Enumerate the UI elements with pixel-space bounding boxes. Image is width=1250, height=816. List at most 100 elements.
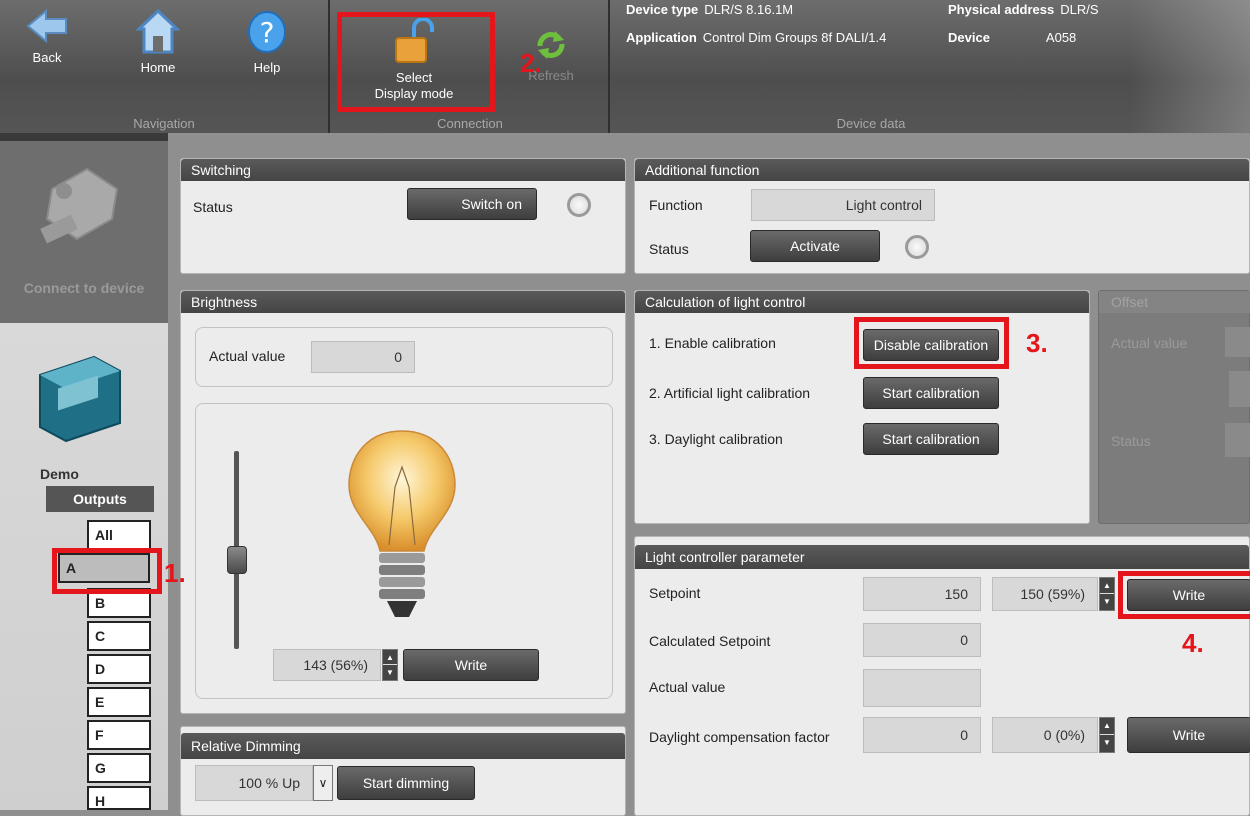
- spin-down-icon[interactable]: ▼: [383, 665, 397, 680]
- daylight-compensation-label: Daylight compensation factor: [649, 729, 830, 745]
- setpoint-input[interactable]: 150 (59%): [992, 577, 1098, 611]
- daylight-compensation-input[interactable]: 0 (0%): [992, 717, 1098, 753]
- artificial-light-calibration-label: 2. Artificial light calibration: [649, 385, 811, 401]
- lc-actual-value-label: Actual value: [649, 679, 726, 695]
- brightness-actual-label: Actual value: [209, 348, 286, 364]
- daylight-spinner[interactable]: ▲ ▼: [1099, 717, 1115, 753]
- brightness-actual-value: 0: [311, 341, 415, 373]
- step-number-4: 4.: [1182, 628, 1204, 658]
- outputs-header: Outputs: [46, 486, 154, 512]
- setpoint-spin-down-icon[interactable]: ▼: [1100, 594, 1114, 610]
- help-icon: ?: [248, 11, 286, 53]
- light-bulb-icon: [348, 430, 456, 617]
- daylight-compensation-value: 0: [863, 717, 981, 753]
- output-h[interactable]: H: [87, 786, 151, 810]
- additional-function-panel: Additional function Function Light contr…: [634, 158, 1250, 274]
- switching-status-led: [567, 193, 591, 217]
- offset-panel: Offset Actual value Status: [1098, 290, 1250, 524]
- relative-dimming-panel: Relative Dimming 100 % Up ∨ Start dimmin…: [180, 726, 626, 816]
- setpoint-spin-up-icon[interactable]: ▲: [1100, 578, 1114, 594]
- start-artificial-calibration-button[interactable]: Start calibration: [863, 377, 999, 409]
- daylight-calibration-label: 3. Daylight calibration: [649, 431, 783, 447]
- back-label: Back: [32, 50, 62, 65]
- start-daylight-calibration-button[interactable]: Start calibration: [863, 423, 999, 455]
- activate-button[interactable]: Activate: [750, 230, 880, 262]
- additional-status-led: [905, 235, 929, 259]
- offset-actual-label: Actual value: [1111, 335, 1188, 351]
- step-number-1: 1.: [164, 558, 186, 588]
- offset-title: Offset: [1099, 291, 1250, 313]
- back-arrow-icon: [26, 8, 67, 44]
- highlight-box-1: [52, 548, 162, 594]
- home-label: Home: [140, 60, 176, 75]
- light-controller-title: Light controller parameter: [635, 545, 1249, 569]
- offset-status-field: [1225, 423, 1250, 457]
- navigation-group-label: Navigation: [133, 116, 195, 131]
- home-icon: [136, 8, 180, 54]
- toolbar-fade: [1130, 0, 1250, 133]
- step-number-2: 2.: [520, 48, 542, 78]
- additional-function-title: Additional function: [635, 159, 1249, 181]
- output-d[interactable]: D: [87, 654, 151, 684]
- brightness-title: Brightness: [181, 291, 625, 313]
- lc-actual-value: [863, 669, 981, 707]
- device-type-label: Device type: [626, 2, 699, 17]
- output-e[interactable]: E: [87, 687, 151, 717]
- switching-panel: Switching Status Switch on: [180, 158, 626, 274]
- output-c[interactable]: C: [87, 621, 151, 651]
- help-label: Help: [253, 60, 281, 75]
- switch-on-button[interactable]: Switch on: [407, 188, 537, 220]
- relative-dimming-title: Relative Dimming: [181, 733, 625, 759]
- back-button[interactable]: Back: [22, 8, 72, 66]
- application-label: Application: [626, 30, 697, 45]
- home-button[interactable]: Home: [130, 8, 186, 76]
- setpoint-value: 150: [863, 577, 981, 611]
- device-data-group: Device data: [612, 0, 1130, 133]
- device-type-row: Device type DLR/S 8.16.1M: [626, 2, 793, 17]
- offset-actual-field: [1225, 327, 1250, 357]
- daylight-spin-down-icon[interactable]: ▼: [1100, 735, 1114, 752]
- highlight-box-3: [854, 317, 1009, 369]
- brightness-slider-thumb[interactable]: [227, 546, 247, 575]
- device-label: Device: [948, 30, 990, 45]
- additional-status-label: Status: [649, 241, 689, 257]
- output-all[interactable]: All: [87, 520, 151, 550]
- physical-address-row: Physical address DLR/S: [948, 2, 1099, 17]
- brightness-panel: Brightness Actual value 0 143 (56%) ▲ ▼ …: [180, 290, 626, 714]
- highlight-box-2: [337, 12, 495, 112]
- calibration-title: Calculation of light control: [635, 291, 1089, 313]
- device-value: A058: [1045, 30, 1077, 45]
- output-f[interactable]: F: [87, 720, 151, 750]
- device-row: Device A058: [948, 30, 1076, 45]
- switching-status-label: Status: [193, 199, 233, 215]
- brightness-spinner[interactable]: ▲ ▼: [382, 649, 398, 681]
- connect-to-device-label: Connect to device: [23, 280, 145, 296]
- calculated-setpoint-label: Calculated Setpoint: [649, 633, 771, 649]
- setpoint-spinner[interactable]: ▲ ▼: [1099, 577, 1115, 611]
- spin-up-icon[interactable]: ▲: [383, 650, 397, 665]
- calculated-setpoint-value: 0: [863, 623, 981, 657]
- offset-button-disabled: [1229, 371, 1250, 407]
- enable-calibration-label: 1. Enable calibration: [649, 335, 776, 351]
- output-g[interactable]: G: [87, 753, 151, 783]
- svg-text:?: ?: [260, 16, 275, 49]
- device-data-group-label: Device data: [836, 116, 906, 131]
- highlight-box-4: [1118, 571, 1250, 619]
- usb-interface-icon: [40, 167, 119, 244]
- device-type-value: DLR/S 8.16.1M: [704, 2, 794, 17]
- help-button[interactable]: ? Help: [240, 8, 294, 76]
- daylight-spin-up-icon[interactable]: ▲: [1100, 718, 1114, 735]
- brightness-write-button[interactable]: Write: [403, 649, 539, 681]
- step-number-3: 3.: [1026, 328, 1048, 358]
- brightness-write-input[interactable]: 143 (56%): [273, 649, 381, 681]
- dali-device-icon: [39, 355, 121, 443]
- application-row: Application Control Dim Groups 8f DALI/1.…: [626, 30, 886, 45]
- dropdown-chevron-icon[interactable]: ∨: [313, 765, 333, 801]
- demo-label: Demo: [40, 466, 79, 482]
- dimming-direction-select[interactable]: 100 % Up: [195, 765, 313, 801]
- start-dimming-button[interactable]: Start dimming: [337, 766, 475, 800]
- daylight-write-button[interactable]: Write: [1127, 717, 1250, 753]
- application-value: Control Dim Groups 8f DALI/1.4: [702, 30, 887, 45]
- offset-status-label: Status: [1111, 433, 1151, 449]
- physical-address-value: DLR/S: [1060, 2, 1099, 17]
